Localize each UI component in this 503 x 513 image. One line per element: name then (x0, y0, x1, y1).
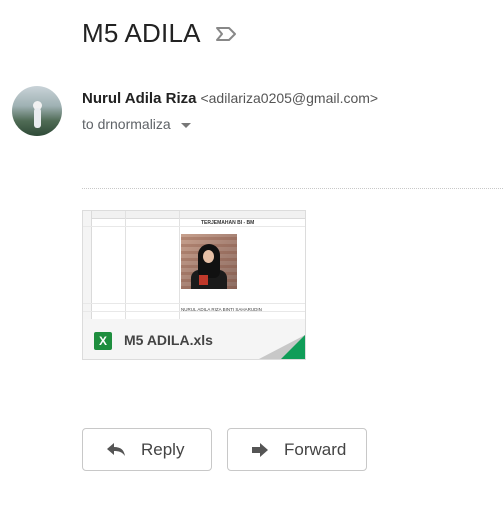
attachment-divider (82, 188, 503, 189)
sender-avatar[interactable] (12, 86, 62, 136)
preview-photo (181, 234, 237, 289)
show-details-chevron-down-icon[interactable] (180, 122, 191, 128)
reply-label: Reply (141, 439, 185, 459)
sheet-row-line (83, 303, 305, 304)
attachment-filename[interactable]: M5 ADILA.xls (124, 332, 213, 348)
avatar-figure (34, 108, 41, 128)
sheet-row-line (83, 226, 305, 227)
sender-name[interactable]: Nurul Adila Riza (82, 90, 196, 107)
reply-arrow-icon (107, 442, 125, 456)
photo-detail (199, 275, 208, 285)
sheet-header (83, 211, 305, 219)
recipient-row[interactable]: to drnormaliza (82, 116, 191, 132)
preview-title: TERJEMAHAN BI - BM (201, 220, 255, 226)
subject-row: M5 ADILA (82, 18, 237, 49)
forward-label: Forward (284, 439, 347, 459)
photo-face (203, 250, 214, 263)
forward-button[interactable]: Forward (227, 428, 367, 471)
preview-caption: NURUL ADILA RIZA BINTI SAHARUDIN (181, 307, 262, 312)
forward-arrow-icon (252, 442, 268, 457)
label-important-icon[interactable] (215, 26, 237, 42)
excel-file-icon: X (94, 332, 112, 350)
email-subject: M5 ADILA (82, 18, 201, 48)
attachment-preview: TERJEMAHAN BI - BM NURUL ADILA RIZA BINT… (83, 211, 305, 319)
sender-line: Nurul Adila Riza <adilariza0205@gmail.com… (82, 90, 378, 107)
attachment-card[interactable]: TERJEMAHAN BI - BM NURUL ADILA RIZA BINT… (82, 210, 306, 360)
reply-button[interactable]: Reply (82, 428, 212, 471)
recipient-text: to drnormaliza (82, 116, 171, 132)
sheets-corner-icon (281, 335, 305, 359)
sender-email: <adilariza0205@gmail.com> (200, 90, 379, 106)
